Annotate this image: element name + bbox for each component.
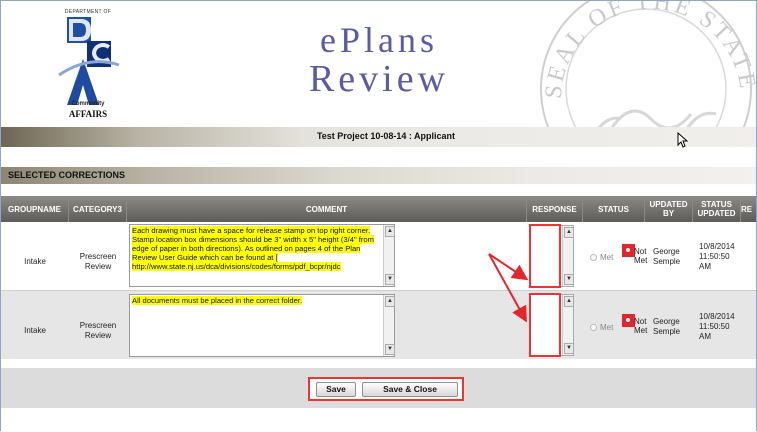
category: Prescreen Review (79, 321, 117, 340)
status-updated: 10/8/2014 11:50:50 AM (699, 242, 735, 271)
status-met-radio[interactable] (590, 324, 597, 331)
comment-textarea[interactable]: Each drawing must have a space for relea… (129, 224, 395, 287)
save-button[interactable]: Save (316, 382, 356, 397)
app-title: ePlans Review (279, 21, 479, 99)
buttons-annotation-box: Save Save & Close (308, 377, 464, 401)
response-annotation-box (529, 224, 561, 288)
project-bar: Test Project 10-08-14 : Applicant (1, 127, 756, 147)
column-header[interactable]: RESPONSE (527, 196, 583, 222)
response-scrollbar[interactable]: ▲ ▼ (562, 226, 574, 286)
column-header[interactable]: CATEGORY3 (69, 196, 127, 222)
scroll-up-icon[interactable]: ▲ (385, 296, 395, 307)
mouse-cursor-icon (677, 132, 689, 148)
app-title-line2: Review (308, 58, 450, 100)
column-header[interactable]: COMMENT (127, 196, 527, 222)
dca-logo: DEPARTMENT OF Community AFFAIRS (53, 9, 123, 121)
group-name: Intake (24, 257, 46, 266)
status-not-met-radio[interactable] (623, 245, 633, 255)
status-not-met-radio[interactable] (623, 315, 633, 325)
project-title: Test Project 10-08-14 : Applicant (316, 131, 456, 141)
status-not-met-label: Not Met (634, 317, 648, 335)
logo-affairs: AFFAIRS (68, 109, 108, 119)
column-header[interactable]: STATUS UPDATED (693, 196, 741, 222)
updated-by: George Semple (653, 317, 681, 336)
column-header[interactable]: STATUS (583, 196, 645, 222)
status-not-met-label: Not Met (634, 247, 648, 265)
status-met-label: Met (600, 253, 614, 262)
response-scrollbar[interactable]: ▲ ▼ (562, 295, 574, 355)
response-annotation-box (529, 293, 561, 357)
status-met-radio[interactable] (590, 254, 597, 261)
svg-text:SEAL OF THE STATE OF NE: SEAL OF THE STATE OF NE (501, 0, 757, 101)
scroll-down-icon[interactable]: ▼ (385, 274, 395, 285)
column-header[interactable]: UPDATED BY (645, 196, 693, 222)
comment-text: Each drawing must have a space for relea… (132, 226, 374, 272)
save-close-button[interactable]: Save & Close (362, 382, 458, 397)
section-header: SELECTED CORRECTIONS (1, 167, 756, 184)
table-row: Intake Prescreen Review Each drawing mus… (1, 222, 756, 290)
table-row: Intake Prescreen Review All documents mu… (1, 290, 756, 359)
app-title-line1: ePlans (320, 20, 438, 60)
column-header[interactable]: GROUPNAME (1, 196, 69, 222)
app-window: DEPARTMENT OF Community AFFAIRS ePlans R… (0, 0, 757, 431)
comment-scrollbar[interactable]: ▲ ▼ (383, 295, 395, 356)
category: Prescreen Review (79, 252, 117, 271)
scroll-up-icon[interactable]: ▲ (564, 227, 574, 238)
comment-text: All documents must be placed in the corr… (132, 296, 303, 305)
scroll-down-icon[interactable]: ▼ (564, 343, 574, 354)
scroll-down-icon[interactable]: ▼ (564, 274, 574, 285)
section-title: SELECTED CORRECTIONS (8, 170, 126, 180)
status-updated: 10/8/2014 11:50:50 AM (699, 312, 735, 341)
comment-textarea[interactable]: All documents must be placed in the corr… (129, 294, 395, 357)
column-header[interactable]: RE (741, 196, 756, 222)
scroll-up-icon[interactable]: ▲ (564, 296, 574, 307)
updated-by: George Semple (653, 247, 681, 266)
group-name: Intake (24, 326, 46, 335)
scroll-down-icon[interactable]: ▼ (385, 344, 395, 355)
scroll-up-icon[interactable]: ▲ (385, 226, 395, 237)
status-met-label: Met (600, 323, 614, 332)
state-seal-watermark-icon: SEAL OF THE STATE OF NE (501, 0, 757, 139)
logo-community: Community (71, 101, 105, 107)
page-header: DEPARTMENT OF Community AFFAIRS ePlans R… (1, 1, 756, 139)
dca-logo-icon (58, 17, 120, 105)
comment-scrollbar[interactable]: ▲ ▼ (383, 225, 395, 286)
seal-text: SEAL OF THE STATE OF NE (501, 1, 756, 101)
table-header: GROUPNAME CATEGORY3 COMMENT RESPONSE STA… (1, 196, 756, 222)
